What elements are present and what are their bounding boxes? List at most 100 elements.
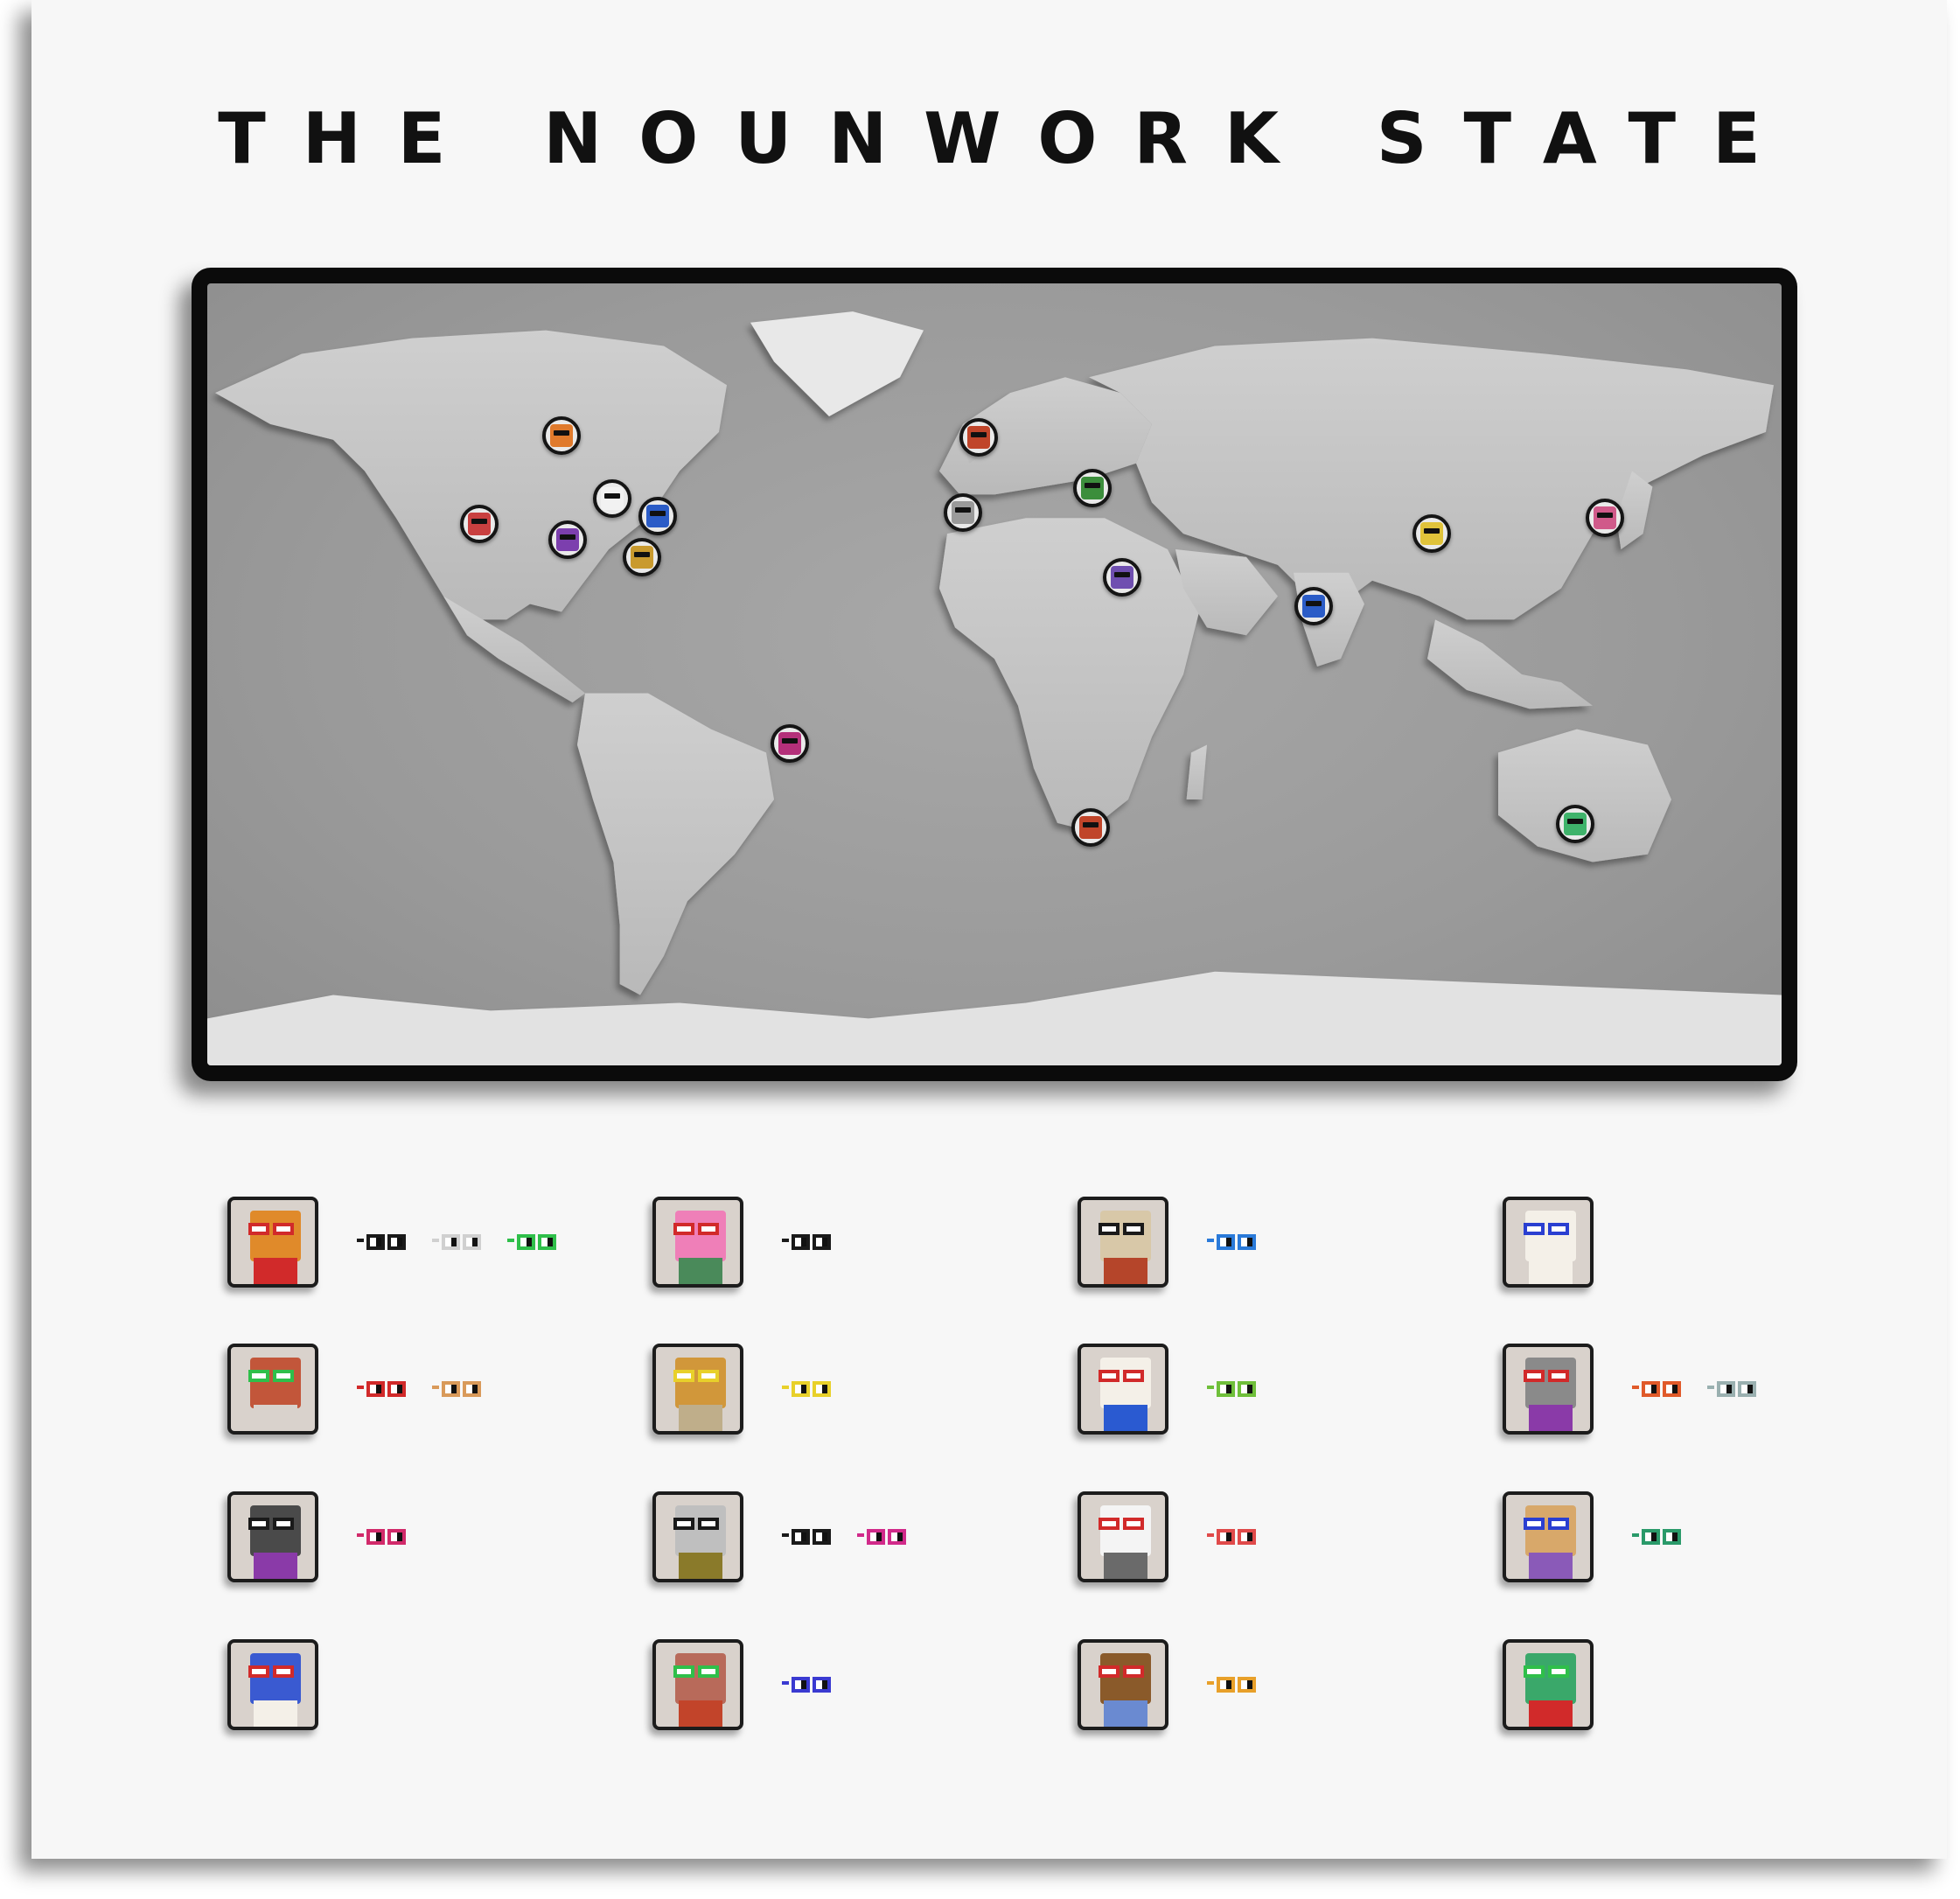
avatar-head <box>1100 1211 1151 1261</box>
noggles-icon <box>248 1370 303 1382</box>
noun-pink-squid-avatar[interactable] <box>652 1197 743 1288</box>
noggles-badge-icon[interactable] <box>782 1675 833 1694</box>
noun-avatar-icon <box>1302 595 1326 618</box>
member-cell <box>227 1491 408 1582</box>
avatar-head <box>675 1211 726 1261</box>
noggles-icon <box>1524 1518 1578 1530</box>
noun-avatar-icon <box>550 424 573 448</box>
noun-avatar-icon <box>468 513 492 536</box>
pin-new-york[interactable] <box>638 496 677 535</box>
pin-italy[interactable] <box>1072 469 1112 508</box>
member-cell <box>1078 1639 1258 1730</box>
noun-rabbit-avatar[interactable] <box>652 1639 743 1730</box>
pin-south-africa[interactable] <box>1071 808 1110 848</box>
noun-brick-wall-avatar[interactable] <box>227 1344 318 1435</box>
avatar-head <box>675 1358 726 1408</box>
badge-list <box>357 1232 558 1252</box>
noggles-badge-icon[interactable] <box>507 1232 558 1252</box>
avatar-body <box>254 1700 297 1727</box>
noun-helmet-avatar[interactable] <box>227 1491 318 1582</box>
noggles-badge-icon[interactable] <box>357 1232 408 1252</box>
noun-duck-avatar[interactable] <box>1503 1197 1594 1288</box>
noun-wizard-avatar[interactable] <box>227 1639 318 1730</box>
noun-chicken-avatar[interactable] <box>1078 1344 1168 1435</box>
noggles-icon <box>673 1665 728 1678</box>
noggles-badge-icon[interactable] <box>1632 1379 1683 1399</box>
noggles-badge-icon[interactable] <box>782 1232 833 1252</box>
pin-canada-west[interactable] <box>542 416 581 456</box>
avatar-head <box>250 1211 301 1261</box>
pin-brazil[interactable] <box>771 723 809 763</box>
avatar-body <box>1104 1700 1147 1727</box>
noggles-icon <box>1099 1223 1153 1235</box>
pin-uk[interactable] <box>959 418 998 457</box>
noun-newspaper-avatar[interactable] <box>1078 1197 1168 1288</box>
avatar-head <box>1525 1358 1576 1408</box>
member-cell <box>652 1344 833 1435</box>
pin-china[interactable] <box>1412 514 1452 554</box>
noun-lol-cat-avatar[interactable] <box>227 1197 318 1288</box>
avatar-body <box>254 1553 297 1579</box>
noun-avatar-icon <box>645 504 669 527</box>
pin-spain[interactable] <box>944 492 982 532</box>
member-cell <box>652 1491 908 1582</box>
noggles-badge-icon[interactable] <box>1632 1527 1683 1546</box>
noggles-icon <box>1524 1370 1578 1382</box>
pin-florida[interactable] <box>622 537 661 576</box>
noggles-icon <box>1524 1223 1578 1235</box>
noggles-badge-icon[interactable] <box>1207 1232 1258 1252</box>
noun-frog-avatar[interactable] <box>1503 1639 1594 1730</box>
pin-egypt[interactable] <box>1102 558 1141 597</box>
noggles-icon <box>248 1665 303 1678</box>
noun-burger-avatar[interactable] <box>652 1344 743 1435</box>
page-title: THE NOUNWORK STATE <box>218 98 1797 179</box>
avatar-body <box>254 1405 297 1431</box>
noun-avatar-icon <box>778 731 801 755</box>
noun-panda-avatar[interactable] <box>1078 1491 1168 1582</box>
noun-avatar-icon <box>1078 816 1102 840</box>
noun-ship-avatar[interactable] <box>1078 1639 1168 1730</box>
avatar-body <box>679 1700 722 1727</box>
noun-avatar-icon <box>1080 477 1104 500</box>
noggles-badge-icon[interactable] <box>357 1379 408 1399</box>
pin-australia[interactable] <box>1556 804 1595 843</box>
avatar-head <box>1525 1505 1576 1556</box>
noggles-badge-icon[interactable] <box>782 1527 833 1546</box>
badge-list <box>357 1379 483 1399</box>
noun-avatar-icon <box>556 528 580 552</box>
noggles-badge-icon[interactable] <box>857 1527 908 1546</box>
pin-india[interactable] <box>1294 587 1334 626</box>
noggles-badge-icon[interactable] <box>782 1379 833 1399</box>
noggles-badge-icon[interactable] <box>1707 1379 1758 1399</box>
member-cell <box>1503 1639 1594 1730</box>
noggles-badge-icon[interactable] <box>1207 1675 1258 1694</box>
noun-avatar-icon <box>630 545 653 569</box>
world-map <box>207 283 1782 1065</box>
member-cell <box>1078 1344 1258 1435</box>
badge-list <box>782 1379 833 1399</box>
noggles-icon <box>1099 1370 1153 1382</box>
noggles-badge-icon[interactable] <box>1207 1527 1258 1546</box>
avatar-body <box>1104 1258 1147 1284</box>
noggles-badge-icon[interactable] <box>432 1232 483 1252</box>
avatar-body <box>1104 1553 1147 1579</box>
pin-japan[interactable] <box>1586 499 1625 538</box>
noggles-icon <box>673 1223 728 1235</box>
noun-pirate-avatar[interactable] <box>1503 1491 1594 1582</box>
avatar-head <box>250 1505 301 1556</box>
noggles-badge-icon[interactable] <box>1207 1379 1258 1399</box>
noun-bunny-robot-avatar[interactable] <box>652 1491 743 1582</box>
pin-california[interactable] <box>460 505 499 544</box>
pin-texas[interactable] <box>548 520 588 560</box>
member-cell <box>1503 1491 1683 1582</box>
member-cell <box>1078 1491 1258 1582</box>
badge-list <box>782 1527 908 1546</box>
pin-great-lakes[interactable] <box>592 478 631 518</box>
noggles-badge-icon[interactable] <box>357 1527 408 1546</box>
noggles-icon <box>673 1518 728 1530</box>
noun-dispenser-avatar[interactable] <box>1503 1344 1594 1435</box>
noggles-badge-icon[interactable] <box>432 1379 483 1399</box>
map-landmass <box>207 311 1782 1065</box>
noun-avatar-icon <box>1420 522 1444 546</box>
avatar-body <box>1529 1700 1573 1727</box>
